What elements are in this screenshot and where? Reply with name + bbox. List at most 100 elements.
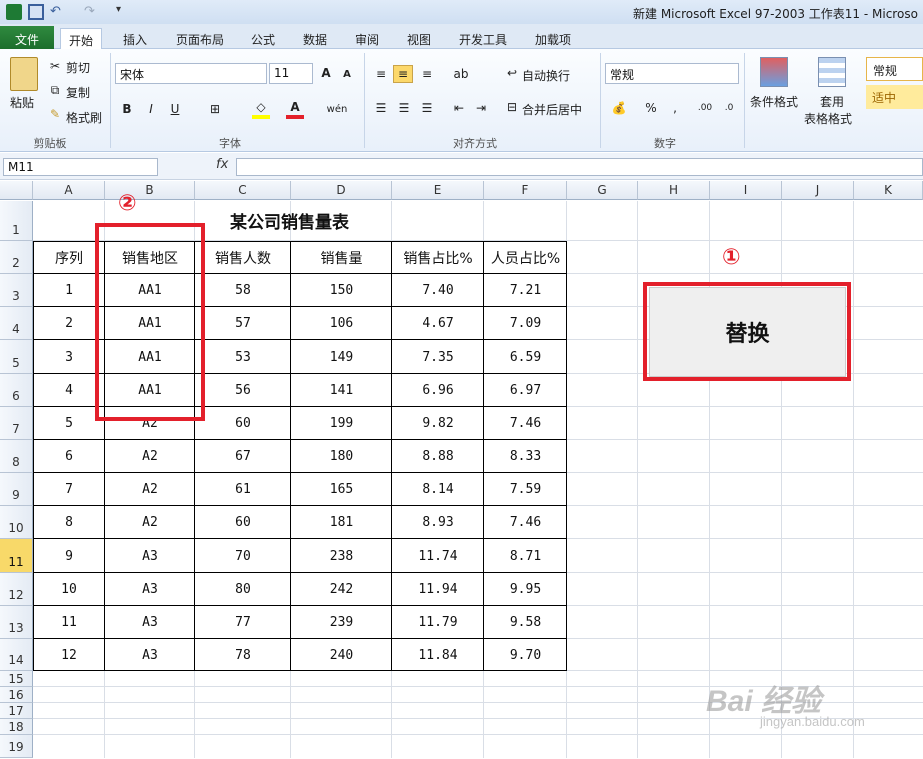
table-cell[interactable]: 150 [291,274,392,307]
table-cell[interactable]: 11.79 [392,606,484,639]
table-cell[interactable]: 77 [195,606,291,639]
table-cell[interactable]: 7.09 [484,307,567,340]
tab-insert[interactable]: 插入 [115,28,155,49]
tab-formulas[interactable]: 公式 [243,28,283,49]
column-header-I[interactable]: I [710,181,782,200]
align-middle-icon[interactable]: ≡ [393,65,413,83]
table-cell[interactable]: 8 [33,506,105,539]
tab-home[interactable]: 开始 [60,28,103,50]
font-name-select[interactable]: 宋体 [115,63,267,84]
table-header-cell[interactable]: 销售占比% [392,241,484,274]
tab-data[interactable]: 数据 [295,28,335,49]
table-cell[interactable]: A2 [105,473,195,506]
table-cell[interactable]: 9.82 [392,407,484,440]
table-cell[interactable]: 60 [195,407,291,440]
table-cell[interactable]: 56 [195,374,291,407]
column-header-G[interactable]: G [567,181,638,200]
function-icon[interactable]: fx [216,157,228,172]
table-header-cell[interactable]: 销售量 [291,241,392,274]
table-cell[interactable]: 6.97 [484,374,567,407]
orientation-icon[interactable]: ab [452,65,470,83]
table-cell[interactable]: 8.33 [484,440,567,473]
decrease-indent-icon[interactable]: ⇤ [450,99,468,117]
row-header-12[interactable]: 12 [0,573,33,606]
row-header-3[interactable]: 3 [0,274,33,307]
copy-icon[interactable]: ⧉ [48,83,62,97]
row-header-4[interactable]: 4 [0,307,33,340]
row-header-19[interactable]: 19 [0,735,33,758]
row-header-5[interactable]: 5 [0,340,33,374]
merge-center-icon[interactable]: ⊟ [504,99,520,115]
table-cell[interactable]: 9.70 [484,639,567,671]
table-cell[interactable]: 4.67 [392,307,484,340]
table-cell[interactable]: 60 [195,506,291,539]
table-cell[interactable]: 239 [291,606,392,639]
table-cell[interactable]: 6.59 [484,340,567,374]
table-cell[interactable]: 7.59 [484,473,567,506]
bold-icon[interactable]: B [118,99,136,119]
column-header-A[interactable]: A [33,181,105,200]
row-header-11[interactable]: 11 [0,539,33,573]
column-header-H[interactable]: H [638,181,710,200]
table-cell[interactable]: 80 [195,573,291,606]
table-cell[interactable]: 7.21 [484,274,567,307]
table-cell[interactable]: 9.58 [484,606,567,639]
table-cell[interactable]: 141 [291,374,392,407]
row-header-8[interactable]: 8 [0,440,33,473]
row-header-6[interactable]: 6 [0,374,33,407]
name-box[interactable]: M11 [3,158,158,176]
row-header-1[interactable]: 1 [0,201,33,241]
table-cell[interactable]: 165 [291,473,392,506]
format-painter-button[interactable]: 格式刷 [66,109,102,126]
table-header-cell[interactable]: 人员占比% [484,241,567,274]
align-right-icon[interactable]: ☰ [418,99,436,117]
format-table-icon[interactable] [818,57,846,87]
table-cell[interactable]: 149 [291,340,392,374]
row-header-2[interactable]: 2 [0,241,33,274]
shrink-font-icon[interactable]: A [340,66,354,82]
format-table-line1[interactable]: 套用 [820,93,844,110]
table-cell[interactable]: 240 [291,639,392,671]
formula-input[interactable] [236,158,923,176]
table-cell[interactable]: 11.84 [392,639,484,671]
increase-indent-icon[interactable]: ⇥ [472,99,490,117]
tab-file[interactable]: 文件 [0,26,54,49]
number-format-select[interactable]: 常规 [605,63,739,84]
table-cell[interactable]: 8.93 [392,506,484,539]
row-header-14[interactable]: 14 [0,639,33,671]
tab-addins[interactable]: 加载项 [527,28,579,49]
currency-icon[interactable]: 💰 [608,99,630,117]
percent-icon[interactable]: % [642,99,660,117]
table-cell[interactable]: 10 [33,573,105,606]
table-cell[interactable]: 9 [33,539,105,573]
column-header-J[interactable]: J [782,181,854,200]
merge-center-button[interactable]: 合并后居中 [522,101,582,118]
font-color-icon[interactable]: A [286,99,304,119]
column-header-D[interactable]: D [291,181,392,200]
row-header-15[interactable]: 15 [0,671,33,687]
table-cell[interactable]: 58 [195,274,291,307]
wrap-text-icon[interactable]: ↩ [504,65,520,81]
row-header-13[interactable]: 13 [0,606,33,639]
table-cell[interactable]: 8.88 [392,440,484,473]
table-cell[interactable]: 6 [33,440,105,473]
table-cell[interactable]: 7.35 [392,340,484,374]
format-painter-icon[interactable]: ✎ [48,107,62,121]
column-header-C[interactable]: C [195,181,291,200]
column-header-F[interactable]: F [484,181,567,200]
align-left-icon[interactable]: ☰ [372,99,390,117]
underline-icon[interactable]: U [166,99,184,119]
fill-color-icon[interactable]: ◇ [252,99,270,119]
table-cell[interactable]: 238 [291,539,392,573]
table-cell[interactable]: 53 [195,340,291,374]
conditional-format-icon[interactable] [760,57,788,87]
row-header-9[interactable]: 9 [0,473,33,506]
tab-developer[interactable]: 开发工具 [451,28,515,49]
table-cell[interactable]: 12 [33,639,105,671]
italic-icon[interactable]: I [142,99,160,119]
row-header-18[interactable]: 18 [0,719,33,735]
row-header-16[interactable]: 16 [0,687,33,703]
save-icon[interactable] [28,4,44,20]
table-cell[interactable]: 180 [291,440,392,473]
style-normal[interactable]: 常规 [866,57,923,81]
